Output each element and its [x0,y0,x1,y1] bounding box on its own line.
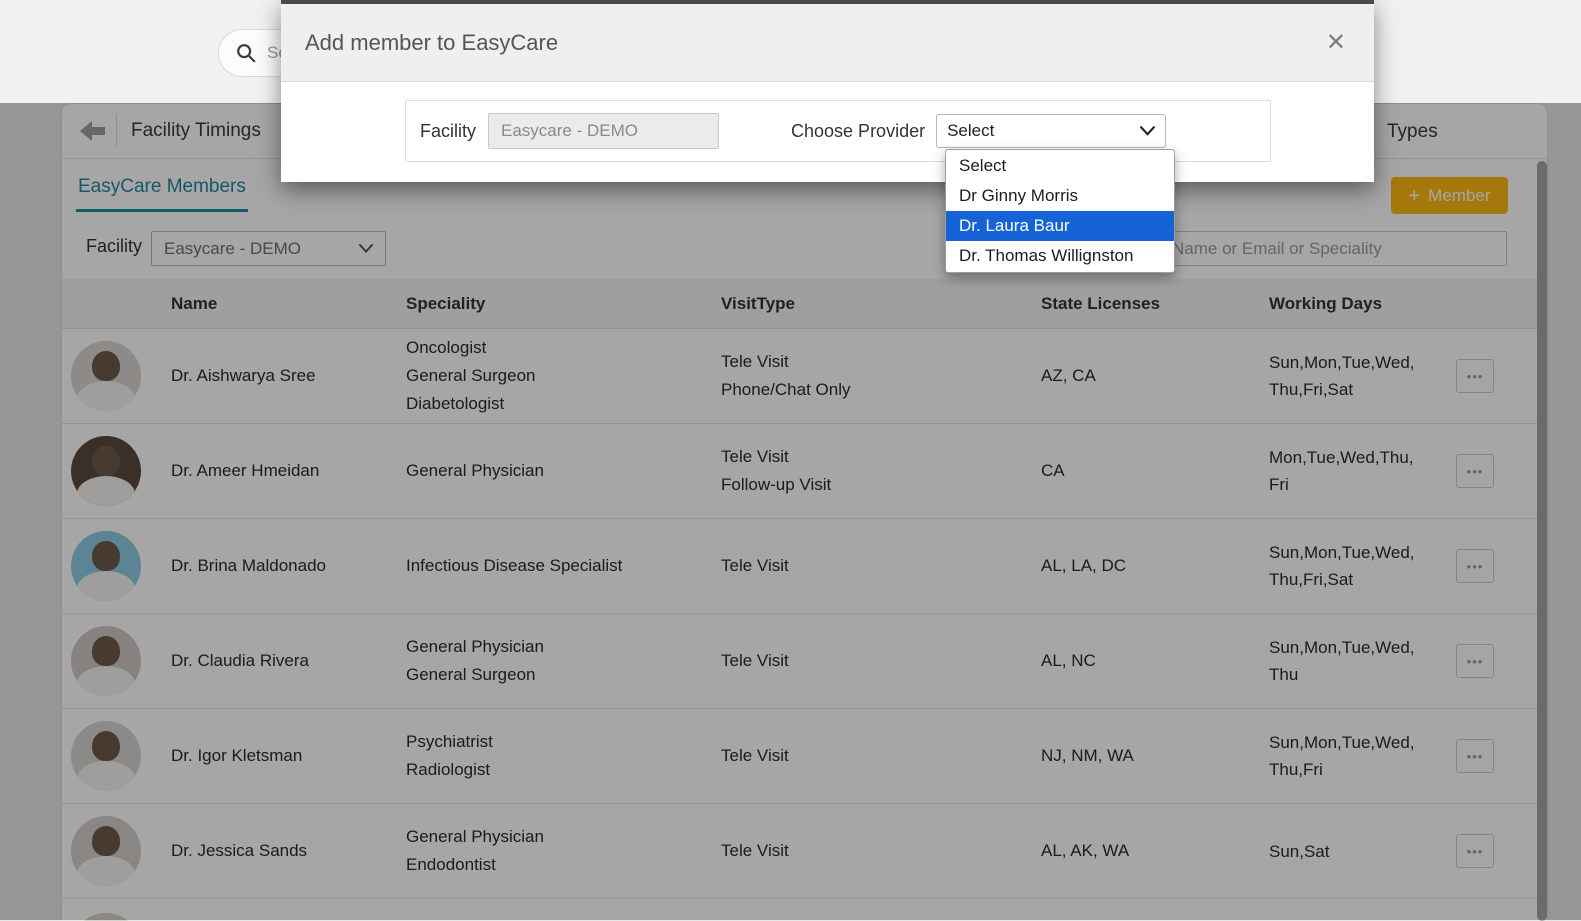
close-icon[interactable]: ✕ [1326,30,1346,55]
provider-option[interactable]: Select [946,151,1174,181]
provider-option[interactable]: Dr. Thomas Willignston [946,241,1174,271]
modal-body: Facility Choose Provider Select [281,82,1374,181]
add-member-modal: Add member to EasyCare ✕ Facility Choose… [281,0,1374,182]
provider-option[interactable]: Dr. Laura Baur [946,211,1174,241]
facility-field [488,113,720,149]
facility-field-label: Facility [420,120,477,141]
chevron-down-icon [1140,126,1156,136]
modal-backdrop[interactable] [0,103,1581,920]
provider-option[interactable]: Dr Ginny Morris [946,181,1174,211]
provider-field-label: Choose Provider [791,120,926,141]
provider-select-value: Select [947,121,995,140]
modal-header: Add member to EasyCare ✕ [281,4,1374,82]
search-icon [237,44,256,63]
modal-title: Add member to EasyCare [305,29,559,55]
provider-select[interactable]: Select [936,114,1167,148]
provider-dropdown-list: Select Dr Ginny Morris Dr. Laura Baur Dr. T… [945,149,1175,273]
